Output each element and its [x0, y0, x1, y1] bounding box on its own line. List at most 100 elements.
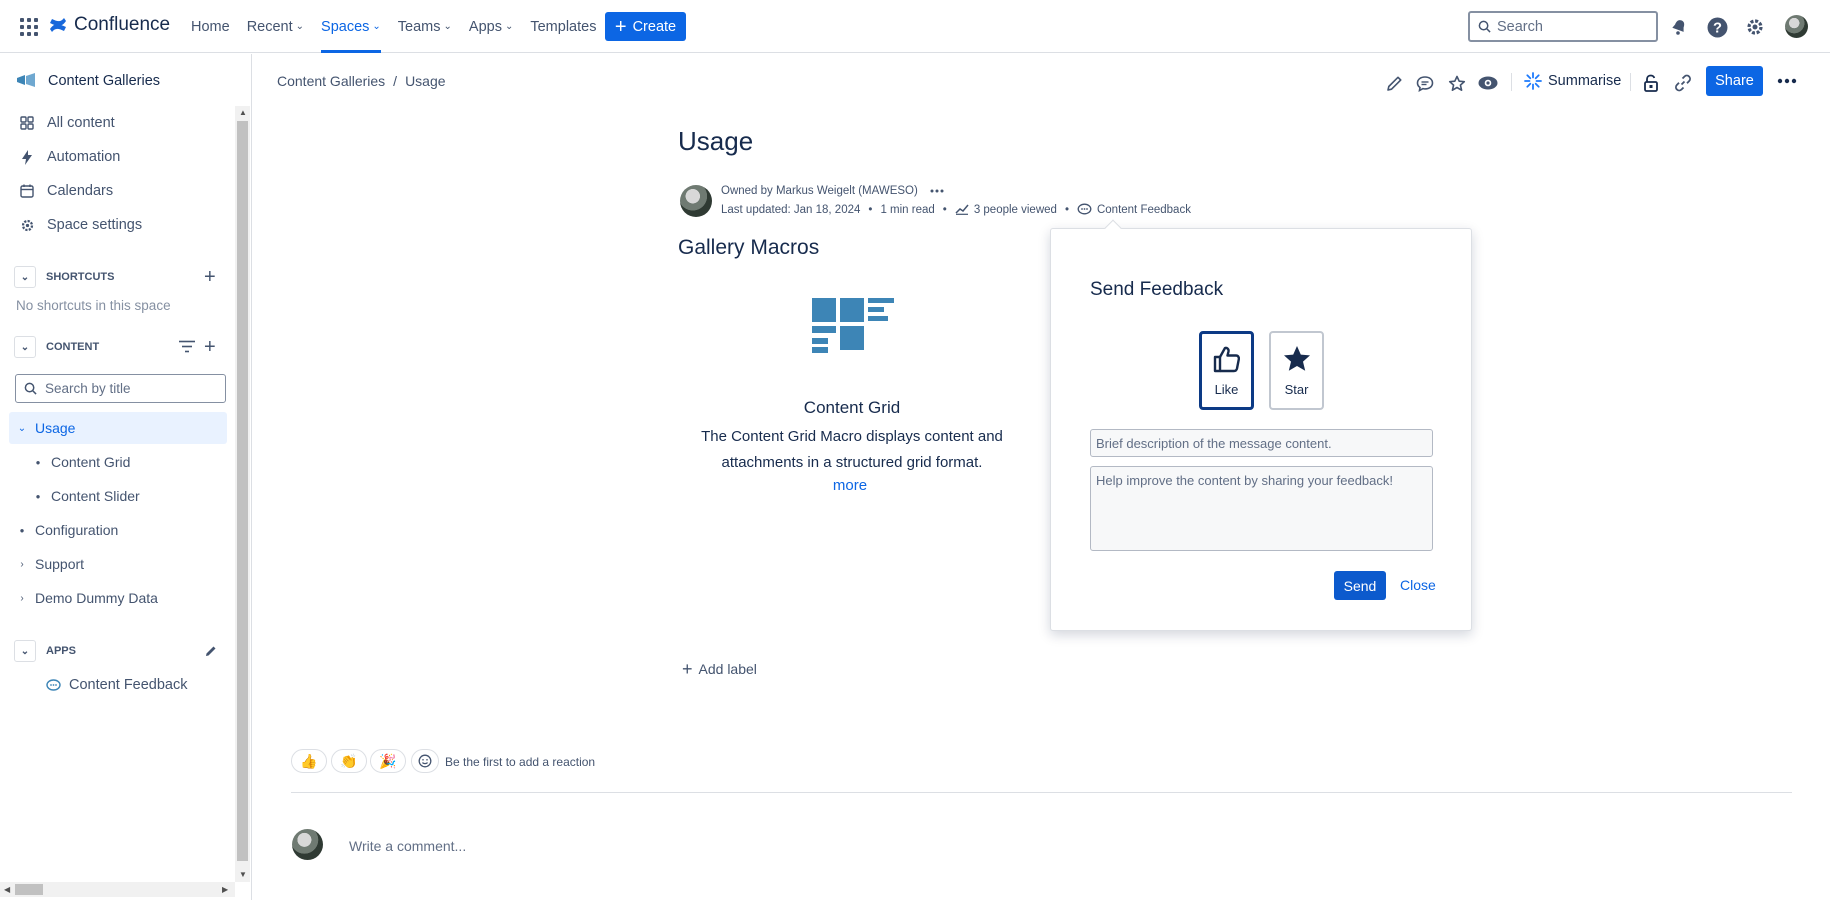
nav-templates[interactable]: Templates	[530, 0, 596, 53]
bullet-icon: ●	[35, 457, 41, 467]
sidebar-item-automation[interactable]: Automation	[19, 149, 120, 165]
owner-avatar[interactable]	[680, 185, 712, 217]
breadcrumb-space[interactable]: Content Galleries	[277, 73, 385, 89]
scroll-down-icon[interactable]: ▼	[239, 870, 247, 879]
edit-pencil-icon[interactable]	[1383, 72, 1405, 94]
message-placeholder: Help improve the content by sharing your…	[1096, 473, 1394, 488]
nav-templates-label: Templates	[530, 18, 597, 35]
app-content-feedback[interactable]: Content Feedback	[45, 677, 188, 693]
star-rating-button[interactable]: Star	[1269, 331, 1324, 410]
create-button[interactable]: + Create	[605, 12, 686, 41]
meta-separator: •	[1064, 203, 1069, 216]
link-icon[interactable]	[1672, 72, 1694, 94]
notifications-icon[interactable]	[1668, 16, 1690, 38]
more-icon[interactable]	[930, 189, 944, 193]
reaction-thumbs-up[interactable]: 👍	[291, 749, 327, 773]
tree-item-demo-dummy-data[interactable]: › Demo Dummy Data	[9, 582, 227, 614]
help-icon[interactable]: ?	[1706, 16, 1728, 38]
content-grid-macro-icon[interactable]	[812, 298, 894, 354]
sidebar-horizontal-scrollbar[interactable]: ◀ ▶	[0, 882, 235, 897]
tree-item-usage[interactable]: ⌄ Usage	[9, 412, 227, 444]
add-label-button[interactable]: + Add label	[682, 660, 757, 678]
owned-by-text[interactable]: Owned by Markus Weigelt (MAWESO)	[721, 185, 918, 197]
send-label: Send	[1343, 577, 1377, 594]
nav-home[interactable]: Home	[191, 0, 230, 53]
nav-recent[interactable]: Recent ⌄	[247, 0, 304, 53]
edit-pencil-icon[interactable]	[205, 644, 217, 660]
nav-spaces[interactable]: Spaces ⌄	[321, 0, 381, 53]
add-shortcut-icon[interactable]: +	[204, 267, 216, 287]
content-feedback-link[interactable]: Content Feedback	[1077, 203, 1191, 216]
like-label: Like	[1214, 382, 1239, 397]
views-text: 3 people viewed	[973, 203, 1057, 216]
filter-icon[interactable]	[179, 340, 195, 356]
watch-eye-icon[interactable]	[1477, 72, 1499, 94]
lightning-icon	[19, 149, 35, 165]
confluence-logo[interactable]: Confluence	[48, 14, 170, 36]
scroll-up-icon[interactable]: ▲	[239, 108, 247, 117]
plus-icon: +	[682, 659, 693, 679]
toolbar-divider	[1511, 73, 1512, 91]
sidebar-search-input[interactable]: Search by title	[15, 374, 226, 403]
scroll-thumb[interactable]	[15, 884, 43, 895]
comment-icon[interactable]	[1414, 72, 1436, 94]
sidebar-vertical-scrollbar[interactable]: ▲ ▼	[235, 106, 250, 882]
comments-divider	[291, 792, 1792, 793]
scroll-right-icon[interactable]: ▶	[222, 885, 228, 894]
nav-home-label: Home	[191, 18, 230, 35]
sidebar-item-label: Calendars	[47, 183, 114, 199]
summarise-button[interactable]: Summarise	[1524, 72, 1621, 90]
sidebar-item-calendars[interactable]: Calendars	[19, 183, 113, 199]
feedback-subject-input[interactable]: Brief description of the message content…	[1090, 429, 1433, 457]
tree-item-content-slider[interactable]: ● Content Slider	[25, 480, 227, 512]
add-label-text: Add label	[698, 661, 757, 677]
content-section-header[interactable]: ⌄ CONTENT	[14, 336, 99, 358]
all-content-icon	[19, 115, 35, 131]
search-input[interactable]: Search	[1468, 11, 1658, 42]
more-options-icon[interactable]	[1776, 70, 1798, 92]
scroll-left-icon[interactable]: ◀	[4, 885, 10, 894]
comment-input[interactable]: Write a comment...	[349, 838, 466, 854]
views-link[interactable]: 3 people viewed	[955, 204, 1057, 216]
scroll-thumb[interactable]	[237, 121, 248, 861]
feedback-message-textarea[interactable]: Help improve the content by sharing your…	[1090, 466, 1433, 551]
add-reaction-button[interactable]	[411, 749, 439, 773]
tree-item-configuration[interactable]: ● Configuration	[9, 514, 227, 546]
add-content-icon[interactable]: +	[204, 337, 216, 357]
settings-gear-icon[interactable]	[1744, 16, 1766, 38]
chevron-down-icon[interactable]: ⌄	[9, 423, 35, 434]
sidebar-item-space-settings[interactable]: Space settings	[19, 217, 142, 233]
space-title[interactable]: Content Galleries	[16, 72, 160, 90]
chevron-down-icon: ⌄	[372, 21, 381, 32]
shortcuts-section-header[interactable]: ⌄ SHORTCUTS	[14, 266, 114, 288]
nav-apps[interactable]: Apps ⌄	[469, 0, 513, 53]
reaction-party[interactable]: 🎉	[370, 749, 406, 773]
reaction-prompt: Be the first to add a reaction	[445, 755, 596, 769]
nav-teams[interactable]: Teams ⌄	[398, 0, 452, 53]
nav-teams-label: Teams	[397, 18, 441, 35]
breadcrumb-page[interactable]: Usage	[405, 73, 445, 89]
chevron-down-icon[interactable]: ⌄	[14, 266, 36, 288]
restrictions-unlock-icon[interactable]	[1640, 72, 1662, 94]
tree-item-content-grid[interactable]: ● Content Grid	[25, 446, 227, 478]
app-switcher-icon[interactable]	[20, 18, 38, 36]
chevron-down-icon[interactable]: ⌄	[14, 640, 36, 662]
macro-title: Content Grid	[803, 398, 901, 417]
macro-more-link[interactable]: more	[702, 477, 998, 494]
apps-section-header[interactable]: ⌄ APPS	[14, 640, 76, 662]
chevron-right-icon[interactable]: ›	[9, 559, 35, 570]
chevron-down-icon[interactable]: ⌄	[14, 336, 36, 358]
chevron-down-icon: ⌄	[443, 21, 452, 32]
chevron-right-icon[interactable]: ›	[9, 593, 35, 604]
close-button[interactable]: Close	[1400, 577, 1436, 593]
share-button[interactable]: Share	[1706, 66, 1763, 96]
star-icon[interactable]	[1446, 72, 1468, 94]
send-button[interactable]: Send	[1334, 571, 1386, 600]
dialog-pointer	[1104, 219, 1122, 237]
reaction-clap[interactable]: 👏	[331, 749, 367, 773]
like-button[interactable]: Like	[1199, 331, 1254, 410]
clap-emoji-icon: 👏	[340, 752, 358, 769]
user-avatar[interactable]	[1785, 15, 1808, 38]
sidebar-item-all-content[interactable]: All content	[19, 115, 115, 131]
tree-item-support[interactable]: › Support	[9, 548, 227, 580]
